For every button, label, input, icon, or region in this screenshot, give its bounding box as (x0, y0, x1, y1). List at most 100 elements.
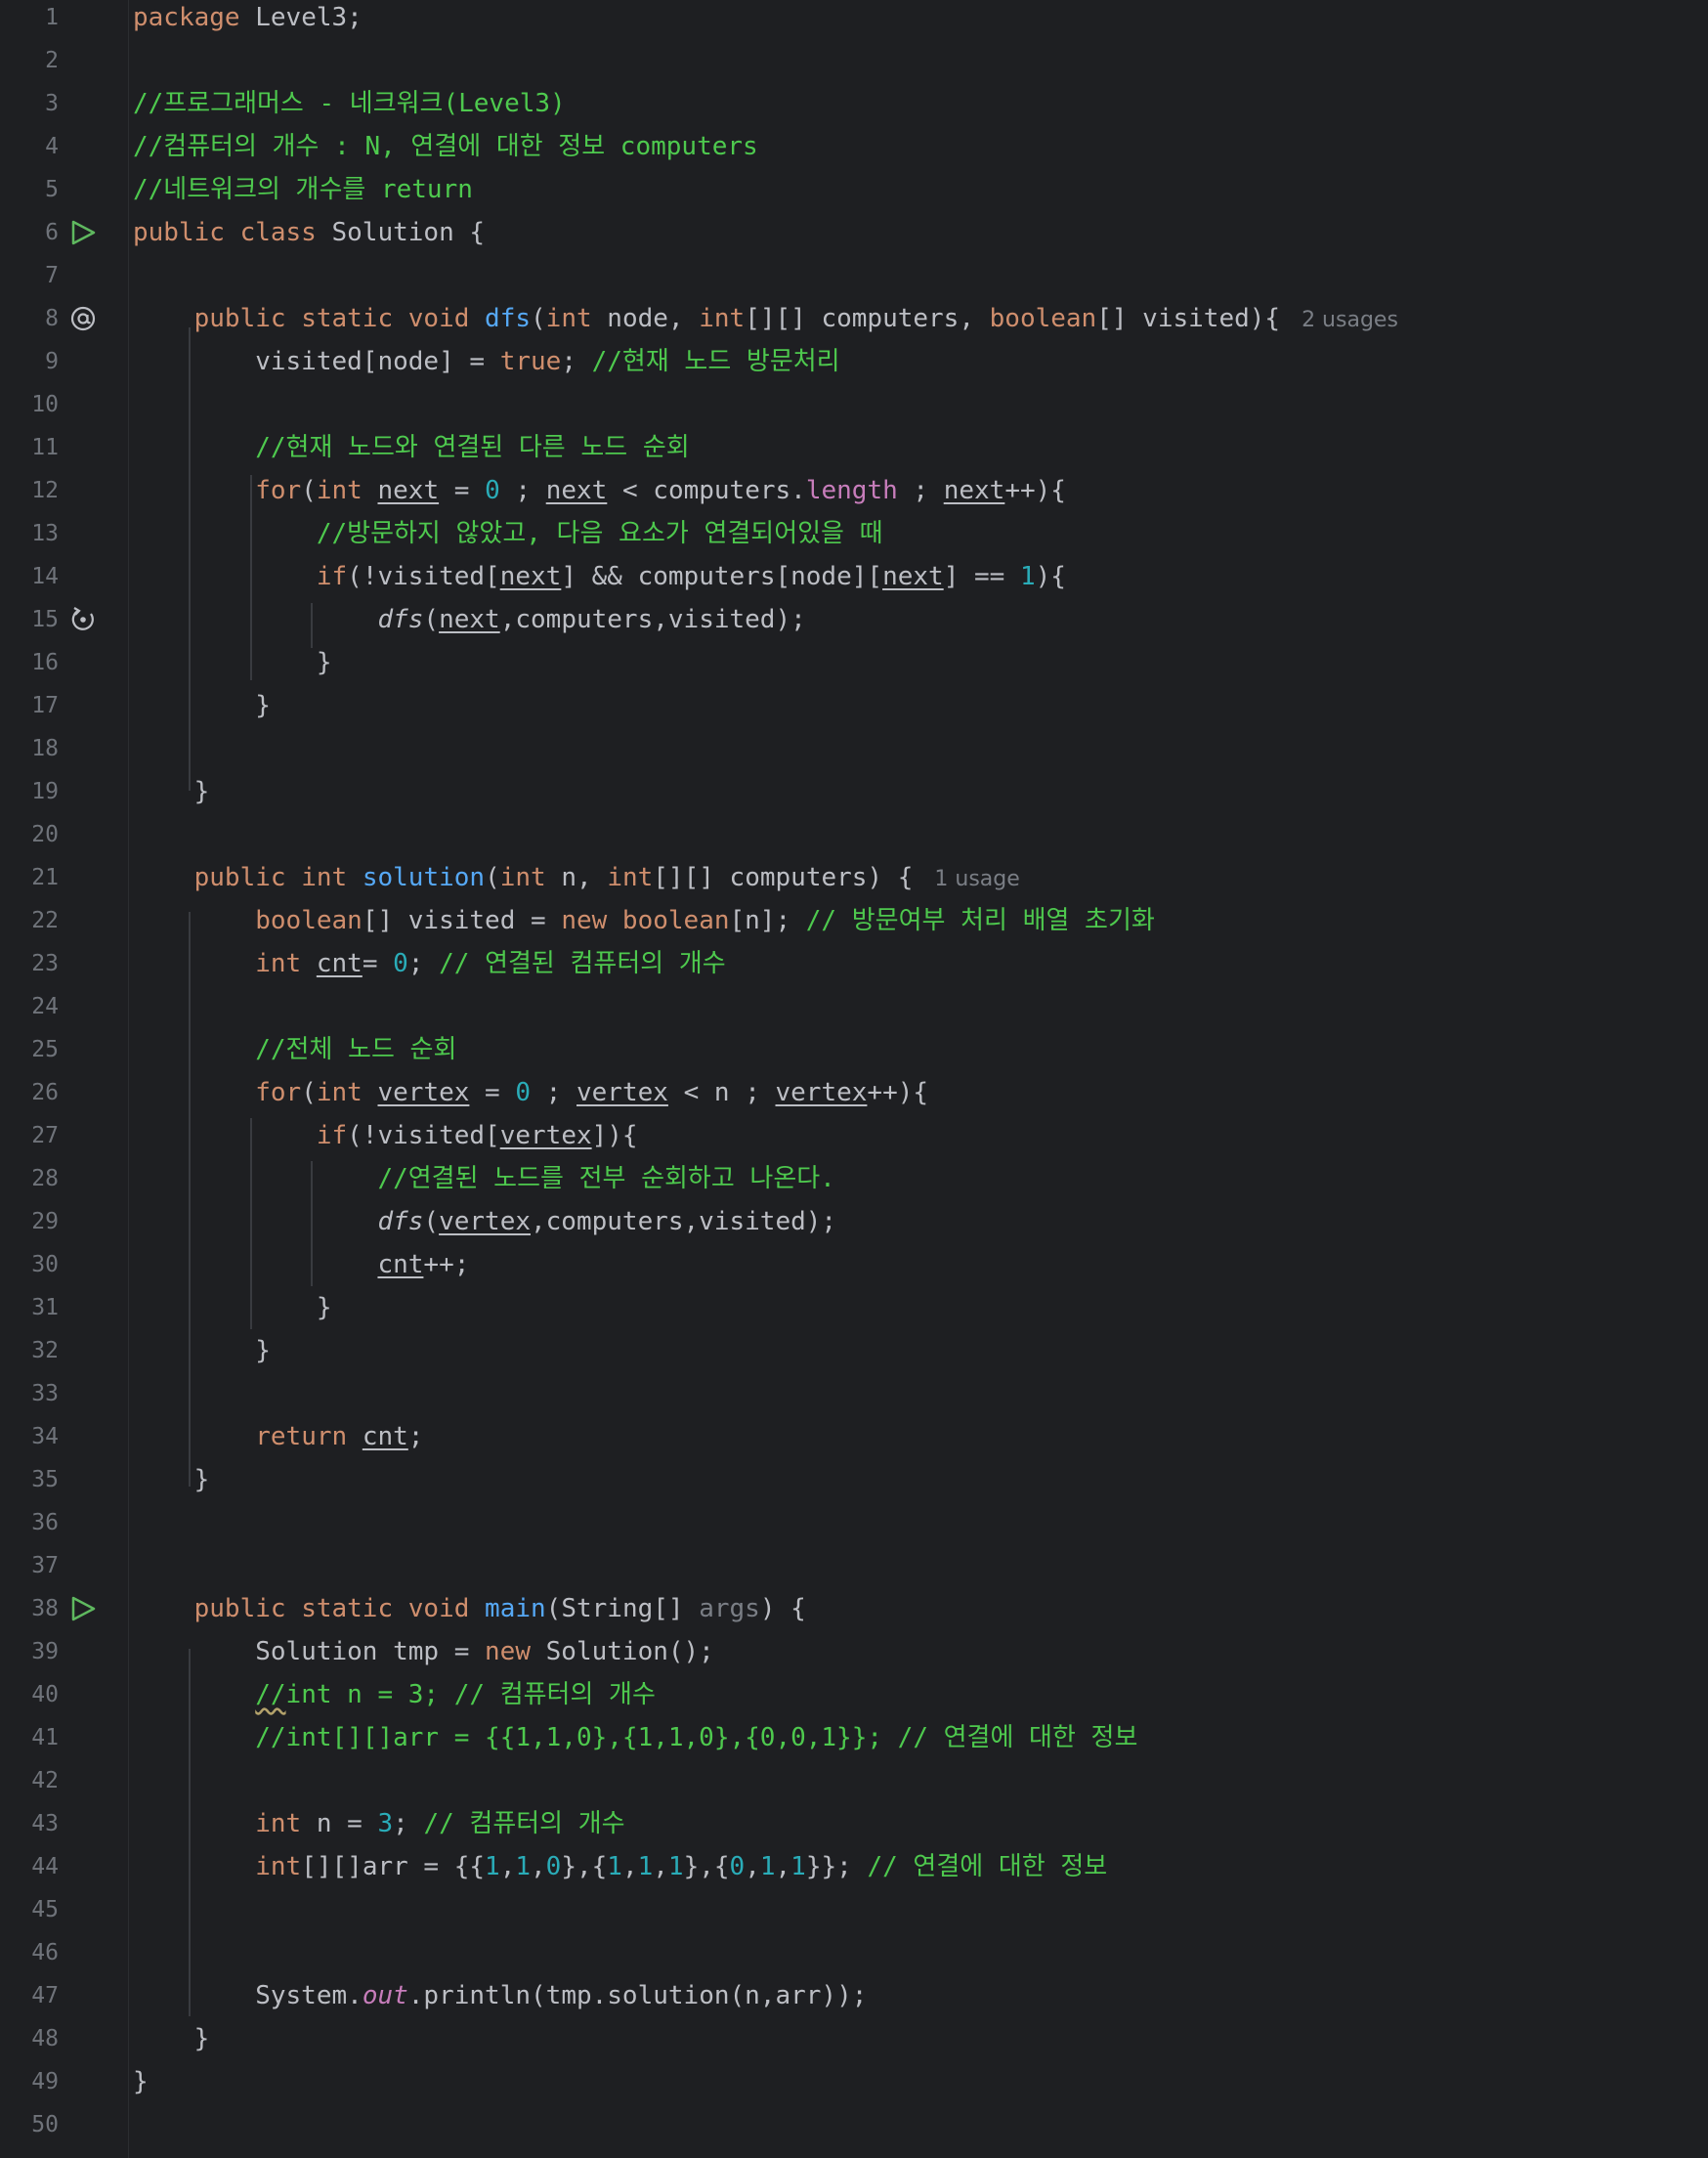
line-number: 9 (45, 349, 59, 374)
code-comment: // 방문여부 처리 배열 초기화 (805, 906, 1155, 935)
code-line-26[interactable]: 26 for(int vertex = 0 ; vertex < n ; ver… (0, 1071, 1708, 1114)
code-line-20[interactable]: 20 (0, 813, 1708, 856)
code-line-18[interactable]: 18 (0, 727, 1708, 770)
code-line-19[interactable]: 19 } (0, 770, 1708, 813)
implemented-at-icon[interactable] (68, 305, 98, 332)
code-line-49[interactable]: 49 } (0, 2060, 1708, 2103)
code-line-32[interactable]: 32 } (0, 1329, 1708, 1372)
line-number: 1 (45, 5, 59, 30)
code-line-7[interactable]: 7 (0, 254, 1708, 297)
code-text: } (133, 648, 332, 677)
code-line-33[interactable]: 33 (0, 1372, 1708, 1415)
code-line-16[interactable]: 16 } (0, 641, 1708, 684)
line-number: 43 (31, 1811, 59, 1836)
code-line-3[interactable]: 3 //프로그래머스 - 네크워크(Level3) (0, 82, 1708, 125)
code-editor[interactable]: 1 package Level3; 2 3 //프로그래머스 - 네크워크(Le… (0, 0, 1708, 2158)
line-number: 44 (31, 1854, 59, 1879)
line-number: 40 (31, 1682, 59, 1707)
code-line-34[interactable]: 34 return cnt; (0, 1415, 1708, 1458)
code-line-29[interactable]: 29 dfs(vertex,computers,visited); (0, 1200, 1708, 1243)
code-text: } (133, 691, 271, 720)
line-number: 30 (31, 1252, 59, 1277)
code-comment: // 컴퓨터의 개수 (423, 1809, 625, 1838)
code-line-10[interactable]: 10 (0, 383, 1708, 426)
code-text: Solution tmp = new Solution(); (133, 1637, 714, 1666)
code-line-40[interactable]: 40 //int n = 3; // 컴퓨터의 개수 (0, 1673, 1708, 1716)
code-line-36[interactable]: 36 (0, 1501, 1708, 1544)
line-number: 25 (31, 1037, 59, 1062)
line-number: 32 (31, 1338, 59, 1363)
line-number: 24 (31, 994, 59, 1019)
recursion-icon[interactable] (68, 606, 98, 633)
code-line-50[interactable]: 50 (0, 2103, 1708, 2146)
code-line-9[interactable]: 9 visited[node] = true; //현재 노드 방문처리 (0, 340, 1708, 383)
code-line-47[interactable]: 47 System.out.println(tmp.solution(n,arr… (0, 1974, 1708, 2017)
code-text: //프로그래머스 - 네크워크(Level3) (133, 82, 566, 125)
code-line-14[interactable]: 14 if(!visited[next] && computers[node][… (0, 555, 1708, 598)
code-line-38[interactable]: 38 public static void main(String[] args… (0, 1587, 1708, 1630)
code-line-24[interactable]: 24 (0, 985, 1708, 1028)
code-line-5[interactable]: 5 //네트워크의 개수를 return (0, 168, 1708, 211)
code-line-17[interactable]: 17 } (0, 684, 1708, 727)
code-line-23[interactable]: 23 int cnt= 0; // 연결된 컴퓨터의 개수 (0, 942, 1708, 985)
line-number: 18 (31, 736, 59, 761)
code-line-43[interactable]: 43 int n = 3; // 컴퓨터의 개수 (0, 1802, 1708, 1845)
code-line-45[interactable]: 45 (0, 1888, 1708, 1931)
code-comment: //연결된 노드를 전부 순회하고 나온다. (377, 1164, 835, 1193)
line-number: 15 (31, 607, 59, 632)
code-text: } (133, 2024, 210, 2053)
code-line-13[interactable]: 13 //방문하지 않았고, 다음 요소가 연결되어있을 때 (0, 512, 1708, 555)
code-text: public class Solution { (133, 218, 486, 247)
code-text: dfs(vertex,computers,visited); (377, 1207, 837, 1236)
code-line-27[interactable]: 27 if(!visited[vertex]){ (0, 1114, 1708, 1157)
line-number: 38 (31, 1596, 59, 1621)
run-icon[interactable] (68, 1595, 98, 1622)
code-line-37[interactable]: 37 (0, 1544, 1708, 1587)
code-line-2[interactable]: 2 (0, 39, 1708, 82)
code-line-48[interactable]: 48 } (0, 2017, 1708, 2060)
line-number: 33 (31, 1381, 59, 1406)
code-line-11[interactable]: 11 //현재 노드와 연결된 다른 노드 순회 (0, 426, 1708, 469)
line-number: 29 (31, 1209, 59, 1234)
code-line-28[interactable]: 28 //연결된 노드를 전부 순회하고 나온다. (0, 1157, 1708, 1200)
code-line-30[interactable]: 30 cnt++; (0, 1243, 1708, 1286)
code-line-31[interactable]: 31 } (0, 1286, 1708, 1329)
code-line-22[interactable]: 22 boolean[] visited = new boolean[n]; /… (0, 899, 1708, 942)
line-number: 20 (31, 822, 59, 847)
code-line-1[interactable]: 1 package Level3; (0, 0, 1708, 39)
code-line-15[interactable]: 15 dfs(next,computers,visited); (0, 598, 1708, 641)
line-number: 6 (45, 220, 59, 245)
line-number: 45 (31, 1897, 59, 1922)
code-line-41[interactable]: 41 //int[][]arr = {{1,1,0},{1,1,0},{0,0,… (0, 1716, 1708, 1759)
usages-hint[interactable]: 1 usage (934, 867, 1019, 891)
code-line-25[interactable]: 25 //전체 노드 순회 (0, 1028, 1708, 1071)
code-text: public int solution(int n, int[][] compu… (193, 863, 1020, 892)
code-line-21[interactable]: 21 public int solution(int n, int[][] co… (0, 856, 1708, 899)
usages-hint[interactable]: 2 usages (1302, 308, 1398, 332)
line-number: 16 (31, 650, 59, 675)
code-line-39[interactable]: 39 Solution tmp = new Solution(); (0, 1630, 1708, 1673)
code-text: } (133, 1293, 332, 1322)
run-icon[interactable] (68, 219, 98, 246)
line-number: 13 (31, 521, 59, 546)
code-comment: int n = 3; // 컴퓨터의 개수 (285, 1680, 656, 1709)
code-line-6[interactable]: 6 public class Solution { (0, 211, 1708, 254)
code-comment: //프로그래머스 - 네크워크(Level3) (133, 89, 566, 118)
code-line-4[interactable]: 4 //컴퓨터의 개수 : N, 연결에 대한 정보 computers (0, 125, 1708, 168)
code-text: return cnt; (255, 1422, 424, 1451)
code-text: System.out.println(tmp.solution(n,arr)); (133, 1981, 868, 2010)
code-comment: //전체 노드 순회 (255, 1035, 457, 1064)
code-line-44[interactable]: 44 int[][]arr = {{1,1,0},{1,1,1},{0,1,1}… (0, 1845, 1708, 1888)
code-line-35[interactable]: 35 } (0, 1458, 1708, 1501)
code-comment: // (255, 1680, 286, 1709)
code-line-46[interactable]: 46 (0, 1931, 1708, 1974)
code-line-8[interactable]: 8 public static void dfs(int node, int[]… (0, 297, 1708, 340)
code-comment: //네트워크의 개수를 return (133, 175, 473, 204)
code-line-12[interactable]: 12 for(int next = 0 ; next < computers.l… (0, 469, 1708, 512)
code-text: //방문하지 않았고, 다음 요소가 연결되어있을 때 (133, 512, 883, 555)
code-text: if(!visited[next] && computers[node][nex… (316, 562, 1066, 591)
line-number: 3 (45, 91, 59, 116)
line-number: 8 (45, 306, 59, 331)
code-line-42[interactable]: 42 (0, 1759, 1708, 1802)
line-number: 41 (31, 1725, 59, 1750)
